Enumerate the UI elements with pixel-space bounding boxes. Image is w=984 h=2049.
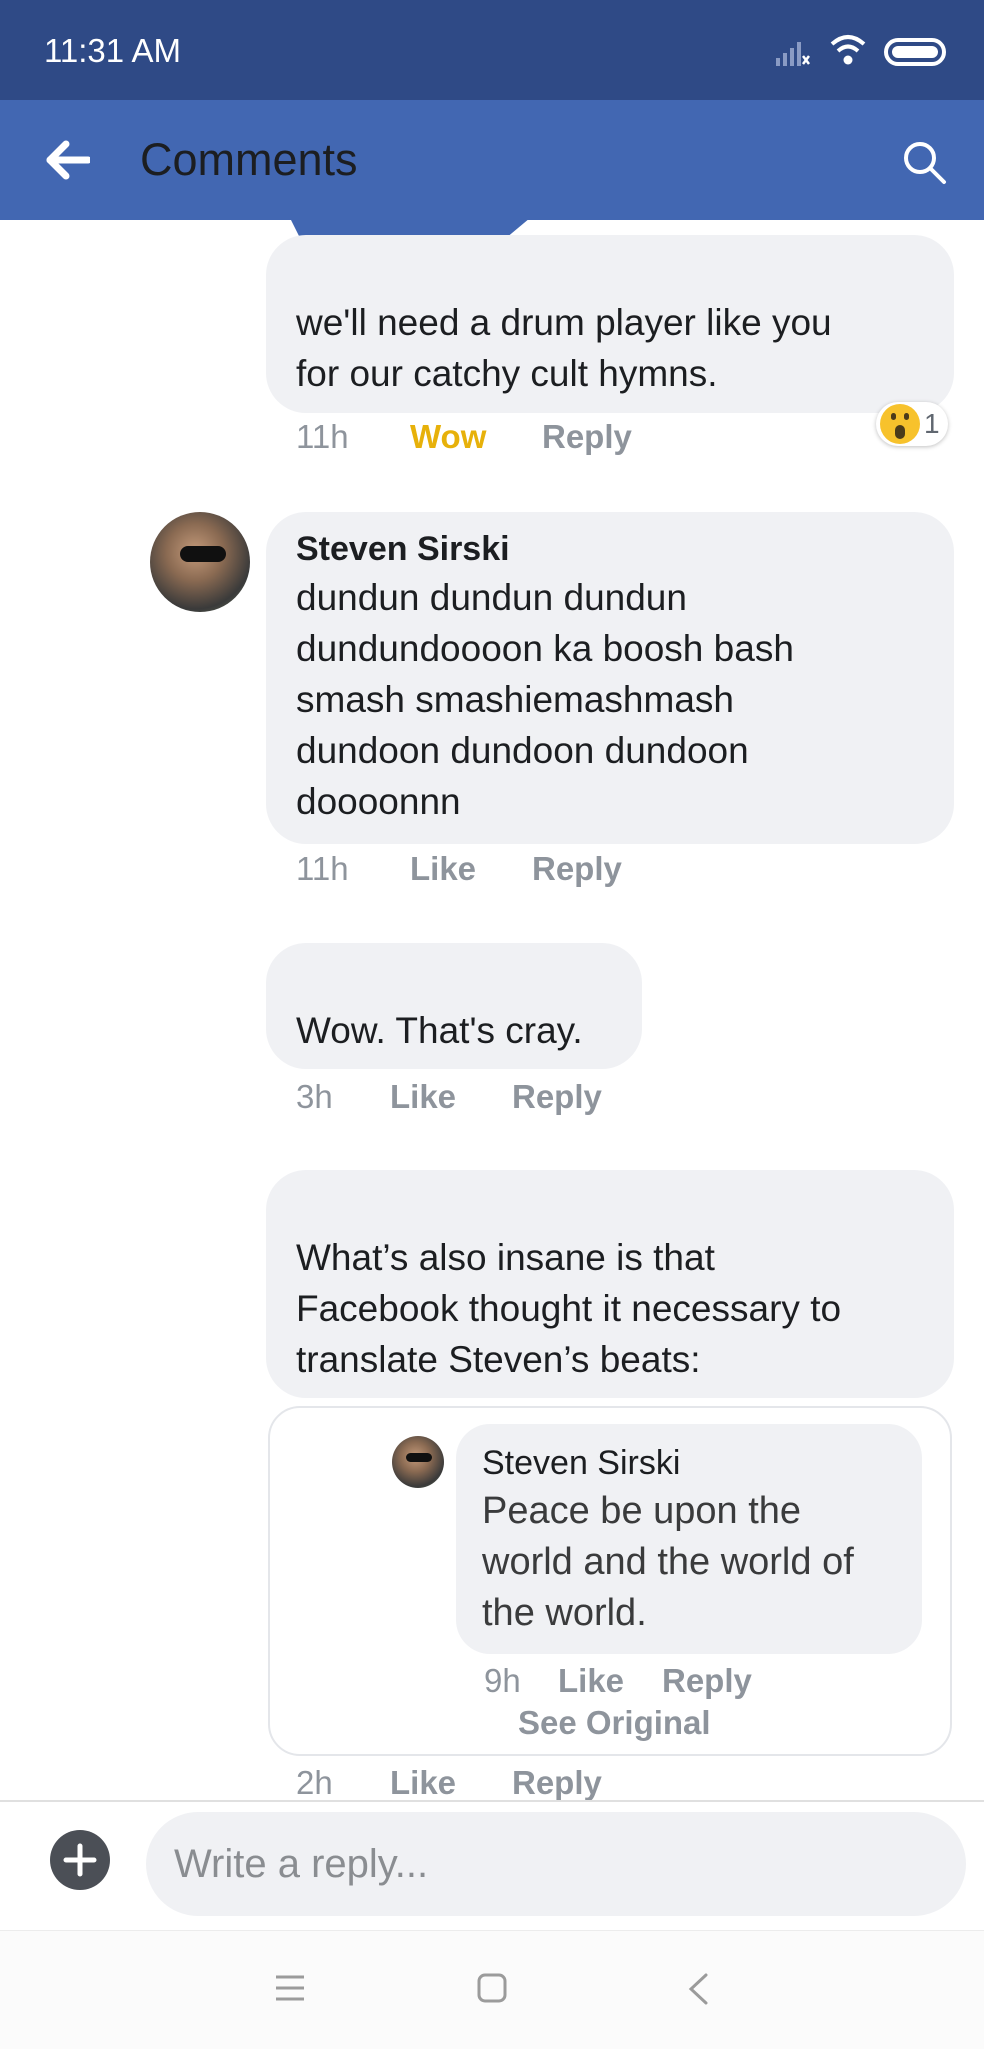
add-attachment-button[interactable] (50, 1830, 110, 1890)
embedded-comment-line: Peace be upon the (482, 1490, 802, 1532)
back-nav-icon[interactable] (686, 1972, 710, 2006)
comment-text-line: doooonnn (296, 781, 461, 822)
comment-text-line: Facebook thought it necessary to (296, 1288, 842, 1329)
comment-bubble: Steven Sirski dundun dundun dundun dundu… (266, 512, 954, 844)
comment-bubble: Wow. That's cray. (266, 943, 642, 1069)
reply-button[interactable]: Reply (512, 1764, 602, 1800)
comment-text-line: translate Steven’s beats: (296, 1339, 701, 1380)
sunglasses-icon (180, 546, 226, 562)
home-icon[interactable] (476, 1972, 508, 2004)
avatar[interactable] (150, 512, 250, 612)
reaction-count: 1 (924, 408, 940, 439)
embedded-like-button: Like (558, 1662, 625, 1699)
comment-time: 2h (296, 1764, 333, 1800)
cellular-signal-icon (776, 42, 810, 66)
comment-meta: 11h (296, 418, 349, 456)
embedded-comment-bubble: Steven Sirski Peace be upon the world an… (456, 1424, 922, 1654)
composer-divider (0, 1800, 984, 1802)
like-button[interactable]: Like (390, 1764, 456, 1800)
reaction-summary[interactable]: 1 (876, 402, 948, 446)
page-title: Comments (140, 134, 358, 185)
battery-icon (884, 38, 946, 66)
embedded-comment-line: the world. (482, 1592, 647, 1634)
comment-text-line: dundoon dundoon dundoon (296, 730, 749, 771)
wow-reaction-button[interactable]: Wow (410, 418, 486, 456)
comment-text-line: smash smashiemashmash (296, 679, 734, 720)
avatar (392, 1436, 444, 1488)
comment-time: 3h (296, 1078, 333, 1115)
reply-button[interactable]: Reply (512, 1078, 602, 1116)
comment-time: 11h (296, 418, 349, 455)
comment-bubble: we'll need a drum player like you for ou… (266, 235, 954, 413)
comment-text-line: dundun dundun dundun (296, 577, 687, 618)
reply-button[interactable]: Reply (532, 850, 622, 888)
comment-text: we'll need a drum player like you (296, 302, 832, 343)
plus-icon (63, 1843, 97, 1877)
like-button[interactable]: Like (410, 850, 476, 888)
status-time: 11:31 AM (44, 32, 181, 69)
embedded-comment-time: 9h (484, 1662, 521, 1699)
reply-input[interactable] (146, 1812, 966, 1916)
back-arrow-icon[interactable] (46, 140, 90, 180)
comment-text: for our catchy cult hymns. (296, 353, 718, 394)
search-icon[interactable] (900, 138, 948, 186)
sunglasses-icon (406, 1453, 432, 1462)
like-button[interactable]: Like (390, 1078, 456, 1116)
reply-button[interactable]: Reply (542, 418, 632, 456)
comment-author[interactable]: Steven Sirski (296, 526, 924, 572)
see-original-link[interactable]: See Original (518, 1704, 711, 1742)
comment-time: 11h (296, 850, 349, 887)
comment-bubble: What’s also insane is that Facebook thou… (266, 1170, 954, 1398)
embedded-comment-line: world and the world of (482, 1541, 854, 1583)
menu-icon[interactable] (274, 1974, 306, 2002)
comment-text-line: dundundoooon ka boosh bash (296, 628, 794, 669)
embedded-comment-author: Steven Sirski (482, 1444, 681, 1482)
comment-text: Wow. That's cray. (296, 1010, 583, 1051)
wifi-icon (830, 35, 866, 65)
wow-emoji-icon (880, 404, 920, 444)
comment-meta-row: 2h Like Reply (0, 1756, 984, 1800)
comment-text-line: What’s also insane is that (296, 1237, 715, 1278)
embedded-reply-button: Reply (662, 1662, 752, 1699)
